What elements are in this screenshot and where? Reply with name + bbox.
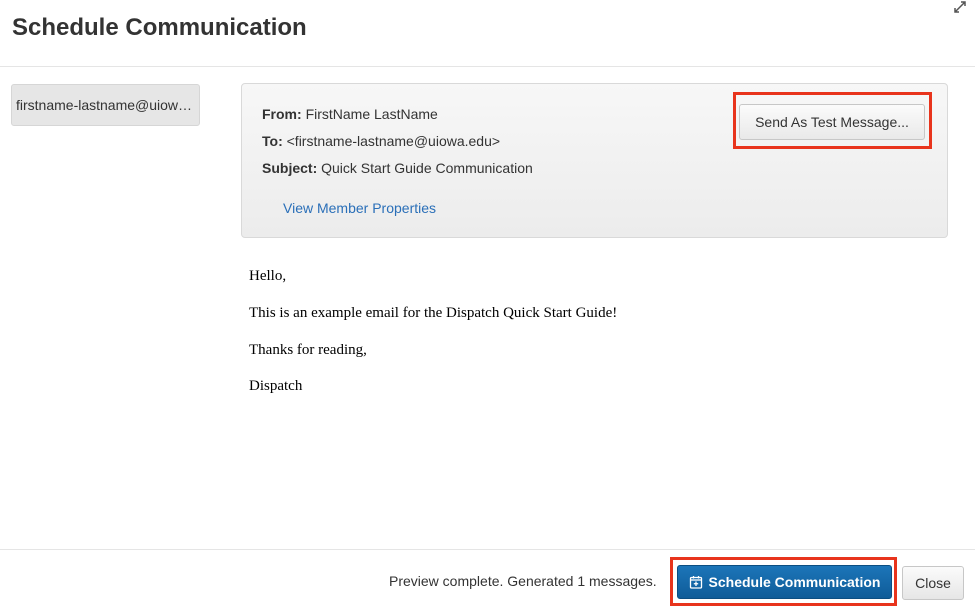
calendar-plus-icon xyxy=(689,576,702,589)
schedule-label: Schedule Communication xyxy=(708,574,881,590)
subject-value: Quick Start Guide Communication xyxy=(321,160,533,176)
email-body-line: This is an example email for the Dispatc… xyxy=(249,305,618,321)
modal-header: Schedule Communication xyxy=(0,0,975,67)
to-label: To: xyxy=(262,133,283,149)
from-label: From: xyxy=(262,106,302,122)
modal-title: Schedule Communication xyxy=(12,14,307,41)
schedule-communication-button[interactable]: Schedule Communication xyxy=(677,565,892,599)
subject-line: Subject: Quick Start Guide Communication xyxy=(262,160,533,176)
expand-icon[interactable] xyxy=(953,0,967,14)
from-value: FirstName LastName xyxy=(305,106,438,122)
to-value: <firstname-lastname@uiowa.edu> xyxy=(286,133,501,149)
close-button[interactable]: Close xyxy=(902,566,964,600)
recipient-item[interactable]: firstname-lastname@uiowa.edu xyxy=(11,84,200,126)
to-line: To: <firstname-lastname@uiowa.edu> xyxy=(262,133,500,149)
from-line: From: FirstName LastName xyxy=(262,106,438,122)
view-member-properties-link[interactable]: View Member Properties xyxy=(283,200,436,216)
preview-status: Preview complete. Generated 1 messages. xyxy=(389,573,657,589)
email-body-line: Hello, xyxy=(249,268,287,284)
email-body-line: Dispatch xyxy=(249,378,303,394)
email-body-line: Thanks for reading, xyxy=(249,342,367,358)
subject-label: Subject: xyxy=(262,160,318,176)
send-test-message-button[interactable]: Send As Test Message... xyxy=(739,104,925,140)
